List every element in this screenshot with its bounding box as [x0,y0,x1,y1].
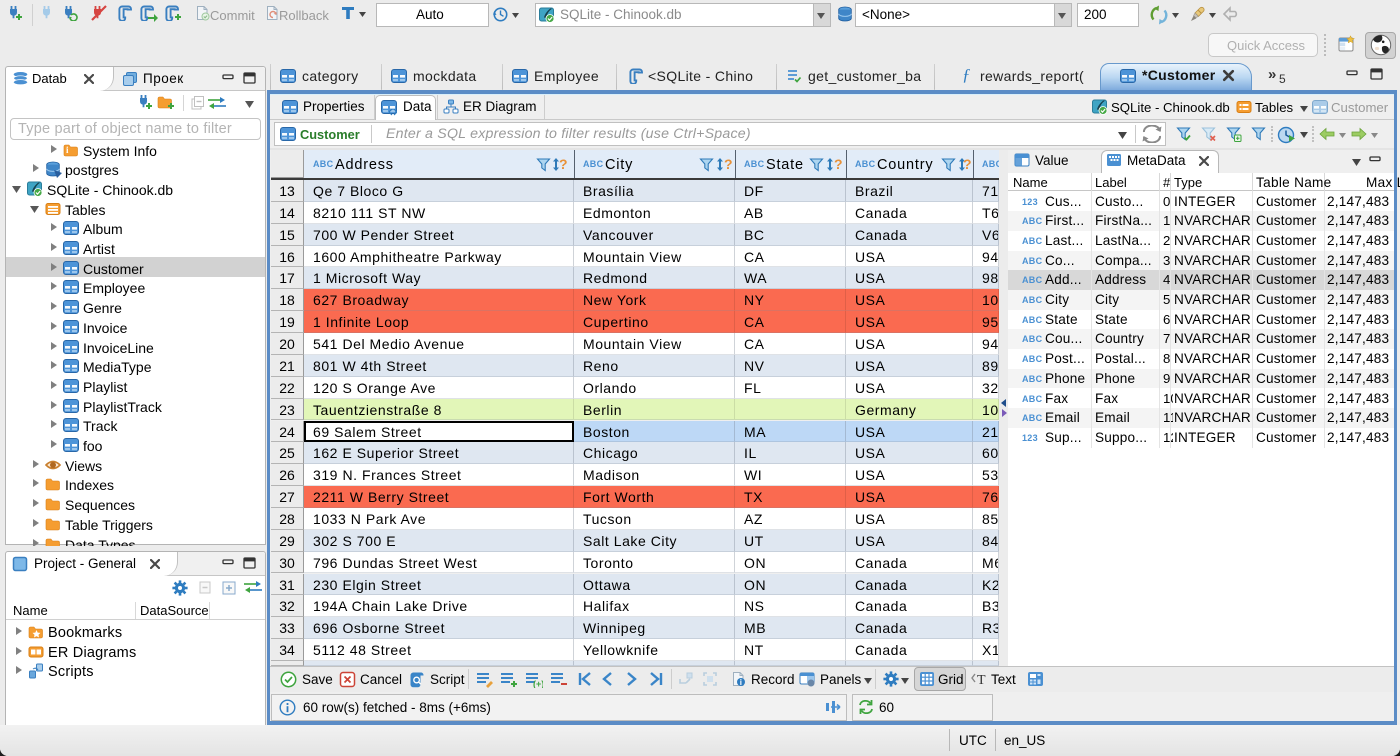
svg-text:(+): (+) [533,679,543,688]
svg-text:i: i [740,678,742,687]
svg-text:T: T [977,673,986,687]
